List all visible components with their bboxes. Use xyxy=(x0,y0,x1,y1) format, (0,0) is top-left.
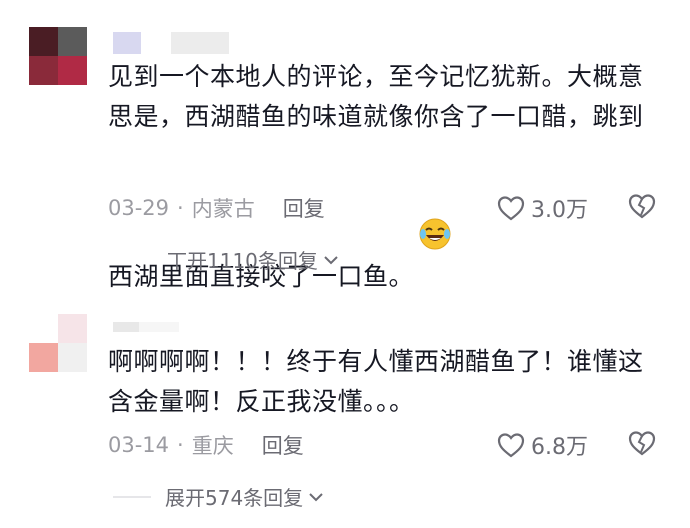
like-button[interactable]: 3.0万 xyxy=(497,192,588,224)
comment-location: 重庆 xyxy=(191,434,234,458)
expand-label: 展开574条回复 xyxy=(165,486,304,510)
avatar[interactable] xyxy=(29,27,87,85)
chevron-down-icon xyxy=(309,492,323,501)
expand-prefix: 丅 xyxy=(167,249,187,273)
chevron-down-icon xyxy=(324,255,338,264)
avatar[interactable] xyxy=(29,314,87,372)
comment-location: 内蒙古 xyxy=(191,197,255,221)
expand-label: 开1110条回复 xyxy=(187,249,318,273)
comment-meta: 03-29 · 内蒙古 回复 xyxy=(108,193,325,223)
reply-button[interactable]: 回复 xyxy=(283,193,325,223)
meta-dot: · xyxy=(177,196,184,220)
broken-heart-icon xyxy=(628,194,656,219)
username-obscured[interactable] xyxy=(113,322,179,332)
username-obscured[interactable] xyxy=(113,32,229,54)
laughing-crying-emoji-icon xyxy=(418,137,452,250)
heart-icon xyxy=(497,196,525,221)
expand-divider xyxy=(113,495,151,498)
comment-text: 啊啊啊啊！！！终于有人懂西湖醋鱼了！谁懂这含金量啊！反正我没懂。。。 xyxy=(108,347,644,416)
like-count: 6.8万 xyxy=(531,435,588,460)
reply-button[interactable]: 回复 xyxy=(262,430,304,460)
comment-date: 03-14 xyxy=(108,433,170,457)
meta-dot: · xyxy=(177,433,184,457)
like-count: 3.0万 xyxy=(531,198,588,223)
like-button[interactable]: 6.8万 xyxy=(497,429,588,461)
dislike-button[interactable] xyxy=(628,430,656,460)
expand-replies[interactable]: 丅 开1110条回复 xyxy=(167,245,340,274)
expand-replies[interactable]: 展开574条回复 xyxy=(113,482,325,511)
comment-meta: 03-14 · 重庆 回复 xyxy=(108,430,304,460)
comment-date: 03-29 xyxy=(108,196,170,220)
broken-heart-icon xyxy=(628,431,656,456)
dislike-button[interactable] xyxy=(628,193,656,223)
heart-icon xyxy=(497,433,525,458)
